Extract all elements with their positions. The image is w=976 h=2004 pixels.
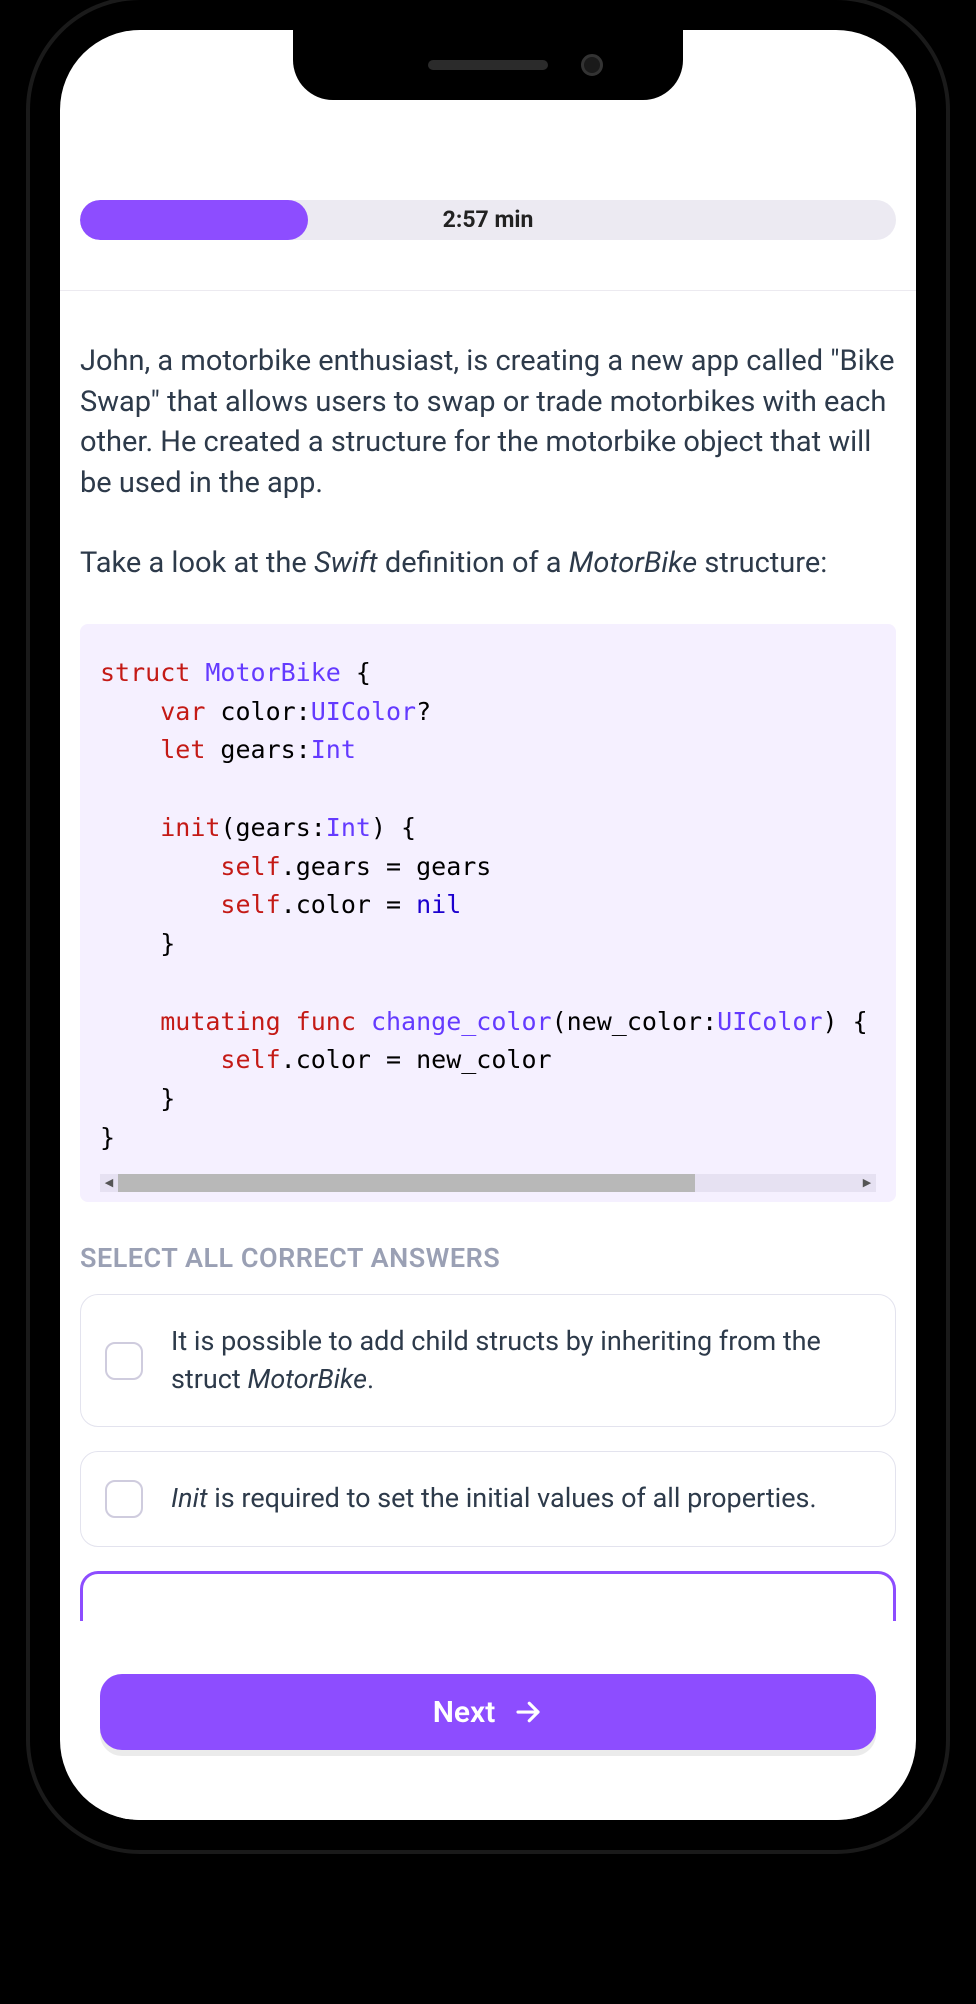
arrow-right-icon: [513, 1697, 543, 1727]
answer-option-2[interactable]: Init is required to set the initial valu…: [80, 1451, 896, 1547]
question-paragraph-1-text: John, a motorbike enthusiast, is creatin…: [80, 344, 894, 500]
timer-label: 2:57 min: [80, 200, 896, 240]
answer-option-2-text: Init is required to set the initial valu…: [171, 1480, 817, 1518]
answer-option-3[interactable]: [80, 1571, 896, 1621]
question-paragraph-2: Take a look at the Swift definition of a…: [80, 543, 896, 584]
code-horizontal-scrollbar[interactable]: ◀ ▶: [100, 1174, 876, 1192]
code-content[interactable]: struct MotorBike { var color:UIColor? le…: [100, 654, 876, 1174]
code-block: struct MotorBike { var color:UIColor? le…: [80, 624, 896, 1202]
answers-header: SELECT ALL CORRECT ANSWERS: [80, 1242, 896, 1274]
scrollbar-track[interactable]: [118, 1174, 858, 1192]
phone-frame: 2:57 min John, a motorbike enthusiast, i…: [30, 0, 946, 1850]
answer-option-1-text: It is possible to add child structs by i…: [171, 1323, 871, 1399]
screen: 2:57 min John, a motorbike enthusiast, i…: [60, 30, 916, 1820]
question-body[interactable]: John, a motorbike enthusiast, is creatin…: [60, 291, 916, 1820]
device-notch: [293, 30, 683, 100]
question-paragraph-1: John, a motorbike enthusiast, is creatin…: [80, 341, 896, 503]
answer-option-1[interactable]: It is possible to add child structs by i…: [80, 1294, 896, 1428]
next-button-label: Next: [433, 1695, 496, 1730]
next-button[interactable]: Next: [100, 1674, 876, 1750]
checkbox-icon[interactable]: [105, 1342, 143, 1380]
scroll-left-icon[interactable]: ◀: [100, 1174, 118, 1192]
scrollbar-thumb[interactable]: [118, 1174, 695, 1192]
checkbox-icon[interactable]: [105, 1480, 143, 1518]
progress-bar: 2:57 min: [80, 200, 896, 240]
scroll-right-icon[interactable]: ▶: [858, 1174, 876, 1192]
